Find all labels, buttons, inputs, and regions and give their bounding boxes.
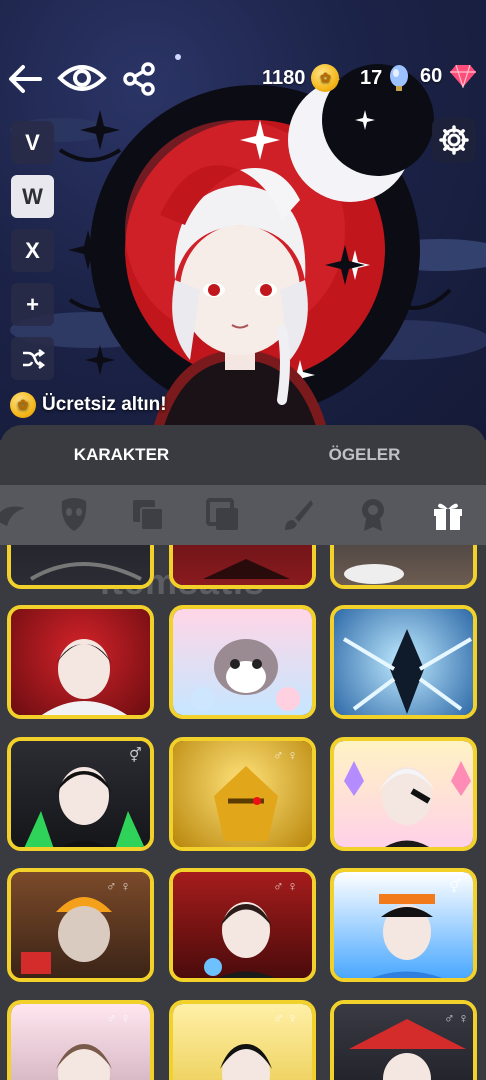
outfit-card[interactable]: ⚥ [7,737,154,851]
gift-icon [434,503,462,530]
share-button[interactable] [120,60,158,98]
category-brush[interactable] [280,497,316,533]
category-face[interactable] [56,497,92,533]
diamond-counter[interactable]: 60 [420,64,478,88]
tab-items[interactable]: ÖGELER [243,425,486,485]
category-layers[interactable] [130,497,166,533]
badge-icon [362,499,384,531]
outfit-card[interactable]: ♂ ♀ [169,737,316,851]
outfit-card[interactable]: ♂ ♀ [330,1000,477,1080]
gem-amount: 17 [360,66,383,89]
crystal-gem-icon [390,65,409,91]
arrow-left-icon [9,65,42,93]
outfit-thumbnail [21,897,112,974]
gem-counter[interactable]: 17 [360,64,410,92]
share-icon [123,62,155,96]
category-hair[interactable] [0,497,28,533]
eye-icon [57,65,107,91]
outfit-grid: ⚥ ♂ ♀ ♂ ♀ ♂ ♀ ⚥ ♂ ♀ ♂ ♀ ♂ ♀ [0,545,486,1080]
outfit-thumbnail [191,639,300,711]
gender-icon: ♂ ♀ [273,878,298,894]
pose-w-button[interactable]: W [11,175,54,218]
gold-amount: 1180 [262,66,306,89]
gender-icon: ⚥ [449,878,462,894]
gold-coin-icon: ✿ [10,392,36,418]
gender-icon: ♂ ♀ [444,1010,469,1026]
gold-counter[interactable]: 1180 ✿ [262,64,340,92]
outfit-card[interactable]: ⚥ [330,868,477,982]
outfit-thumbnail [344,761,471,847]
randomize-button[interactable] [11,337,54,380]
pose-v-button[interactable]: V [11,121,54,164]
view-button[interactable] [56,58,108,98]
brush-icon [285,500,313,530]
category-overlay[interactable] [205,497,241,533]
outfit-thumbnail [41,639,127,715]
outfit-card[interactable]: ♂ ♀ [169,1000,316,1080]
shuffle-icon [22,348,45,369]
tab-character-label: KARAKTER [73,445,170,464]
pose-w-label: W [22,183,43,209]
pose-x-label: X [25,237,40,263]
gear-icon [439,125,469,155]
outfit-card[interactable] [7,605,154,719]
gold-coin-icon: ✿ [311,64,340,92]
outfit-card[interactable] [330,605,477,719]
category-gift[interactable] [430,497,466,533]
outfit-card[interactable]: ♂ ♀ [169,868,316,982]
category-badge[interactable] [355,497,391,533]
tab-character[interactable]: KARAKTER [0,425,243,485]
free-gold-link[interactable]: ✿ Ücretsiz altın! [10,392,167,418]
customization-panel: KARAKTER ÖGELER itemsatis [0,425,486,1080]
face-mask-icon [61,498,87,531]
outfit-thumbnail [342,629,473,714]
outfit-thumbnail [203,559,290,579]
outfit-thumbnail [29,562,142,581]
back-button[interactable] [6,60,44,98]
free-gold-label: Ücretsiz altın! [42,394,167,415]
avatar-scene: 1180 ✿ 17 60 V W X + ✿ Ücretsiz altın! [0,0,486,440]
outfit-card[interactable] [7,545,154,589]
outfit-card[interactable] [330,545,477,589]
outfit-card[interactable] [169,545,316,589]
outfit-card[interactable] [330,737,477,851]
gender-icon: ♂ ♀ [273,747,298,763]
diamond-amount: 60 [420,64,443,87]
category-bar: itemsatis [0,485,486,602]
tab-items-label: ÖGELER [328,445,401,464]
settings-button[interactable] [432,118,476,162]
pose-x-button[interactable]: X [11,229,54,272]
add-button[interactable]: + [11,283,54,326]
outfit-thumbnail [344,564,404,584]
outfit-thumbnail [56,1044,112,1080]
panel-tabs: KARAKTER ÖGELER [0,425,486,485]
square-layers-icon [206,498,238,530]
add-label: + [26,291,39,317]
gender-icon: ♂ ♀ [273,1010,298,1026]
layers-icon [133,500,164,531]
hair-icon [0,506,25,526]
outfit-card[interactable]: ♂ ♀ [7,1000,154,1080]
pose-v-label: V [25,129,40,155]
outfit-card[interactable] [169,605,316,719]
gender-icon: ⚥ [129,747,142,763]
diamond-icon [450,64,477,88]
outfit-card[interactable]: ♂ ♀ [7,868,154,982]
gender-icon: ♂ ♀ [106,1010,131,1026]
gender-icon: ♂ ♀ [106,878,131,894]
